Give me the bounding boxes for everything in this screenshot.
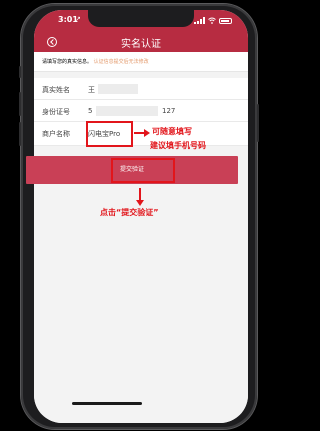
volume-down-button bbox=[19, 122, 21, 146]
location-arrow-icon: ↗ bbox=[75, 15, 81, 23]
merchant-name-label: 商户名称 bbox=[42, 130, 70, 138]
wifi-icon bbox=[208, 17, 216, 24]
id-number-row[interactable]: 身份证号 5 127 bbox=[34, 100, 248, 122]
id-number-label: 身份证号 bbox=[42, 108, 70, 116]
volume-up-button bbox=[19, 92, 21, 116]
redaction-mask bbox=[98, 84, 138, 94]
page-title: 实名认证 bbox=[121, 39, 161, 50]
notch bbox=[88, 10, 194, 27]
redaction-mask bbox=[96, 106, 158, 116]
real-name-label: 真实姓名 bbox=[42, 86, 70, 94]
id-number-suffix: 127 bbox=[162, 107, 176, 115]
arrow-down-icon bbox=[136, 200, 144, 206]
status-bar: 3:01 ↗ bbox=[34, 10, 248, 32]
merchant-name-row[interactable]: 商户名称 闪电宝Pro bbox=[34, 122, 248, 146]
notice-warning: 认证信息提交后无法修改 bbox=[93, 59, 149, 65]
notice-text: 请填写您的真实信息。 bbox=[42, 59, 93, 65]
nav-bar: 实名认证 bbox=[34, 32, 248, 52]
home-indicator bbox=[72, 402, 142, 405]
arrow-right-line bbox=[134, 132, 144, 134]
power-button bbox=[257, 104, 259, 142]
status-icons bbox=[194, 17, 232, 24]
notice-bar: 请填写您的真实信息。 认证信息提交后无法修改 bbox=[34, 52, 248, 72]
merchant-name-highlight bbox=[86, 121, 133, 147]
submit-note: 点击“提交验证” bbox=[100, 208, 159, 217]
mute-switch bbox=[19, 66, 21, 78]
submit-highlight bbox=[111, 158, 175, 183]
arrow-right-icon bbox=[144, 129, 150, 137]
real-name-value[interactable]: 王 bbox=[88, 85, 95, 95]
real-name-row[interactable]: 真实姓名 王 bbox=[34, 78, 248, 100]
merchant-note-line1: 可随意填写 bbox=[152, 127, 192, 136]
id-number-prefix[interactable]: 5 bbox=[88, 107, 92, 115]
merchant-note-line2: 建议填手机号码 bbox=[150, 141, 206, 150]
battery-icon bbox=[219, 18, 232, 24]
arrow-down-line bbox=[139, 188, 141, 200]
signal-icon bbox=[194, 17, 205, 24]
